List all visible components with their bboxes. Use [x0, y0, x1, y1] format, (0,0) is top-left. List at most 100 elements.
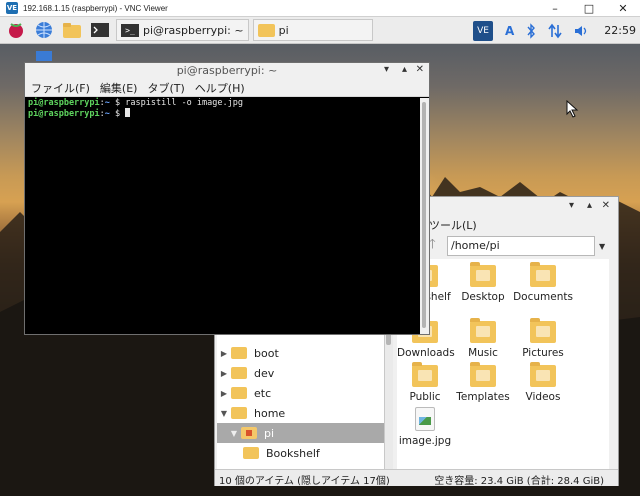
grid-item-label: Pictures [522, 347, 564, 359]
folder-templates-icon [470, 362, 496, 387]
folder-music-icon [470, 318, 496, 343]
chevron-right-icon[interactable]: ▶ [217, 389, 231, 398]
status-free-space: 空き容量: 23.4 GiB (合計: 28.4 GiB) [434, 476, 604, 487]
close-icon[interactable]: ✕ [416, 64, 424, 75]
folder-icon [231, 407, 247, 419]
vnc-server-icon[interactable]: VE [473, 20, 493, 41]
network-updown-icon[interactable] [548, 23, 562, 39]
grid-item-label: Desktop [461, 291, 505, 303]
prompt-symbol: $ [109, 109, 126, 119]
tree-item-boot[interactable]: ▶ boot [217, 343, 377, 363]
terminal-output[interactable]: pi@raspberrypi:~ $ raspistill -o image.j… [27, 98, 419, 334]
tree-item-dev[interactable]: ▶ dev [217, 363, 377, 383]
taskbar-clock[interactable]: 22:59 [604, 24, 636, 37]
maximize-icon[interactable]: ▴ [587, 200, 592, 211]
tree-item-pi[interactable]: ▼ pi [217, 423, 384, 443]
chevron-right-icon[interactable]: ▶ [217, 349, 231, 358]
vnc-logo-icon: VE [6, 2, 18, 14]
grid-item-videos[interactable]: Videos [511, 362, 575, 403]
grid-item-public[interactable]: Public [397, 362, 453, 403]
folder-videos-icon [530, 362, 556, 387]
path-input[interactable]: /home/pi [447, 236, 595, 256]
terminal-menubar: ファイル(F) 編集(E) タブ(T) ヘルプ(H) [25, 79, 429, 97]
web-browser-icon[interactable] [32, 18, 56, 42]
desktop-trash-icon[interactable] [36, 51, 52, 61]
command-text: raspistill -o image.jpg [125, 98, 243, 108]
terminal-title: pi@raspberrypi: ~ [176, 64, 278, 77]
prompt-user: pi@raspberrypi [28, 98, 100, 108]
menu-file[interactable]: ファイル(F) [31, 80, 90, 96]
path-bar: 🡑 /home/pi ▼ [429, 235, 611, 257]
maximize-icon[interactable]: ▴ [402, 64, 407, 75]
folder-icon [231, 367, 247, 379]
minimize-icon[interactable]: ▾ [569, 200, 574, 211]
vnc-maximize-button[interactable]: □ [572, 0, 606, 17]
bluetooth-icon[interactable] [526, 22, 536, 39]
tree-item-label: dev [254, 366, 275, 380]
grid-item-label: Downloads [397, 347, 455, 359]
folder-public-icon [412, 362, 438, 387]
tree-item-home[interactable]: ▼ home [217, 403, 377, 423]
up-arrow-icon[interactable]: 🡑 [429, 235, 447, 257]
taskbar-task-terminal[interactable]: >_ pi@raspberrypi: ~ [116, 19, 249, 41]
grid-item-desktop[interactable]: Desktop [455, 262, 511, 303]
vnc-close-button[interactable]: ✕ [606, 0, 640, 17]
taskbar-task-label: pi@raspberrypi: ~ [143, 23, 244, 37]
grid-item-templates[interactable]: Templates [455, 362, 511, 403]
status-item-count: 10 個のアイテム (隠しアイテム 17個) [219, 476, 390, 487]
vnc-minimize-button[interactable]: – [538, 0, 572, 17]
menu-edit[interactable]: 編集(E) [100, 80, 138, 96]
terminal-cursor [125, 108, 131, 117]
terminal-icon[interactable] [88, 18, 112, 42]
menu-tools[interactable]: ツール(L) [429, 217, 477, 233]
terminal-line: pi@raspberrypi:~ $ [28, 108, 419, 119]
folder-pictures-icon [530, 318, 556, 343]
folder-desktop-icon [470, 262, 496, 287]
taskbar: >_ pi@raspberrypi: ~ pi VE A 22:59 [0, 17, 640, 44]
grid-item-image-jpg[interactable]: image.jpg [397, 407, 453, 447]
file-manager-icon[interactable] [60, 18, 84, 42]
system-tray: VE A 22:59 [461, 17, 636, 44]
chevron-down-icon[interactable]: ▼ [227, 429, 241, 438]
grid-item-pictures[interactable]: Pictures [511, 318, 575, 359]
vnc-window-title: 192.168.1.15 (raspberrypi) - VNC Viewer [23, 3, 168, 13]
mouse-pointer-icon [566, 100, 579, 118]
chevron-down-icon[interactable]: ▼ [217, 409, 231, 418]
folder-icon [231, 387, 247, 399]
image-file-icon [415, 407, 435, 431]
folder-icon [257, 23, 275, 37]
keyboard-layout-icon[interactable]: A [505, 24, 514, 38]
tree-item-etc[interactable]: ▶ etc [217, 383, 377, 403]
tree-item-label: etc [254, 386, 272, 400]
folder-icon [243, 447, 259, 459]
chevron-right-icon[interactable]: ▶ [217, 369, 231, 378]
prompt-symbol: $ [109, 98, 126, 108]
grid-item-label: image.jpg [398, 435, 452, 447]
grid-item-label: Public [409, 391, 441, 403]
tree-item-bookshelf[interactable]: Bookshelf [217, 443, 377, 463]
terminal-scrollbar-thumb[interactable] [422, 102, 426, 328]
grid-item-documents[interactable]: Documents [511, 262, 575, 303]
vnc-window-controls: – □ ✕ [538, 0, 640, 17]
raspberry-menu-icon[interactable] [4, 18, 28, 42]
grid-item-label: Documents [513, 291, 573, 303]
menu-help[interactable]: ヘルプ(H) [195, 80, 245, 96]
minimize-icon[interactable]: ▾ [384, 64, 389, 75]
tree-item-label: home [254, 406, 286, 420]
vnc-titlebar: VE 192.168.1.15 (raspberrypi) - VNC View… [0, 0, 640, 17]
grid-item-label: Music [468, 347, 498, 359]
terminal-scrollbar[interactable] [420, 98, 429, 334]
grid-item-label: Templates [456, 391, 510, 403]
terminal-titlebar: pi@raspberrypi: ~ ▾ ▴ ✕ [25, 63, 429, 79]
volume-icon[interactable] [574, 24, 590, 38]
taskbar-task-label: pi [278, 23, 289, 37]
chevron-down-icon[interactable]: ▼ [599, 242, 611, 251]
menu-tabs[interactable]: タブ(T) [147, 80, 184, 96]
status-bar: 10 個のアイテム (隠しアイテム 17個) 空き容量: 23.4 GiB (合… [215, 469, 618, 487]
tree-item-label: Bookshelf [266, 446, 320, 460]
terminal-icon: >_ [121, 23, 139, 37]
tree-item-label: boot [254, 346, 279, 360]
taskbar-task-file-manager[interactable]: pi [252, 19, 373, 41]
grid-item-music[interactable]: Music [455, 318, 511, 359]
close-icon[interactable]: ✕ [602, 200, 610, 211]
